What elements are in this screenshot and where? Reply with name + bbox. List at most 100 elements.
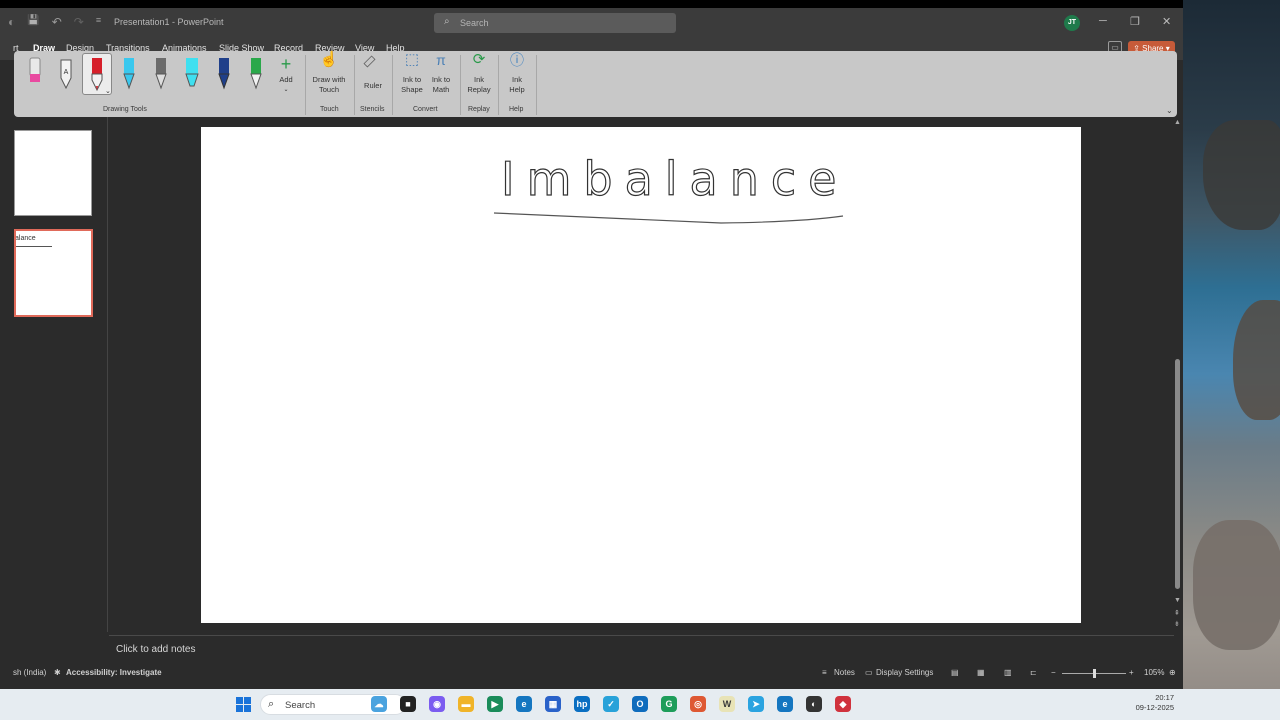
highlighter-pink-pen[interactable] — [28, 56, 42, 92]
search-icon: ⌕ — [444, 16, 450, 27]
widgets-taskbar-icon[interactable]: ☁ — [371, 696, 387, 712]
zoom-level[interactable]: 105% — [1144, 668, 1164, 677]
scrollbar-thumb[interactable] — [1175, 359, 1180, 589]
zoom-in-icon[interactable]: + — [1129, 668, 1134, 677]
undo-icon[interactable]: ↶ — [52, 15, 62, 29]
thumbnail-handwriting: alance — [15, 235, 36, 242]
notes-placeholder[interactable]: Click to add notes — [116, 644, 196, 655]
aqua-highlighter[interactable] — [185, 56, 199, 92]
meet-taskbar-icon[interactable]: ▶ — [487, 696, 503, 712]
ink-help-label: Help — [509, 85, 525, 94]
ink-to-math-icon: π — [436, 52, 446, 68]
ink-to-math-button[interactable]: π Ink to Math — [426, 52, 456, 95]
group-separator — [354, 55, 355, 115]
search-icon: ⌕ — [268, 698, 275, 710]
ink-help-label: Ink — [511, 75, 522, 84]
vertical-scrollbar[interactable]: ▲ ▼ ⇞ ⇟ — [1174, 117, 1183, 632]
zoom-out-icon[interactable]: − — [1051, 668, 1056, 677]
group-label-touch: Touch — [320, 106, 339, 113]
group-separator — [460, 55, 461, 115]
notes-toggle[interactable]: Notes — [834, 668, 855, 677]
app-green-taskbar-icon[interactable]: ✓ — [603, 696, 619, 712]
ink-help-button[interactable]: ⓘ Ink Help — [502, 52, 532, 95]
display-settings-button[interactable]: Display Settings — [876, 668, 933, 677]
ink-to-shape-button[interactable]: ⬚ Ink to Shape — [397, 51, 427, 95]
group-separator — [498, 55, 499, 115]
collapse-ribbon-icon[interactable]: ⌄ — [1166, 106, 1173, 115]
edge-taskbar-icon[interactable]: e — [516, 696, 532, 712]
ink-replay-label: Replay — [467, 85, 491, 94]
scroll-down-icon[interactable]: ▼ — [1174, 597, 1181, 604]
handwriting-underline — [493, 212, 844, 224]
chevron-down-icon: ⌄ — [283, 87, 289, 93]
reading-view-icon[interactable]: ▥ — [1004, 668, 1012, 677]
ink-to-shape-label: Shape — [401, 85, 423, 94]
autosave-icon[interactable]: ◐ — [8, 15, 15, 29]
user-avatar[interactable]: JT — [1064, 15, 1080, 31]
add-label: Add — [279, 75, 293, 84]
ink-to-shape-label: Ink to — [402, 75, 422, 84]
zoom-slider-thumb[interactable] — [1093, 669, 1096, 678]
ink-replay-button[interactable]: ⟳ Ink Replay — [464, 52, 494, 95]
app-dark-taskbar-icon[interactable]: ◐ — [806, 696, 822, 712]
outlook-taskbar-icon[interactable]: O — [632, 696, 648, 712]
customize-qat-icon[interactable]: ≡ — [96, 15, 101, 29]
task-view-taskbar-icon[interactable]: ■ — [400, 696, 416, 712]
clock-time: 20:17 — [1155, 693, 1174, 702]
slideshow-view-icon[interactable]: ⊏ — [1030, 668, 1037, 677]
copilot-taskbar-icon[interactable]: ◉ — [429, 696, 445, 712]
duckduckgo-taskbar-icon[interactable]: ◎ — [690, 696, 706, 712]
word-taskbar-icon[interactable]: W — [719, 696, 735, 712]
windows-start-icon[interactable] — [236, 697, 251, 712]
pencil-pen[interactable]: A — [59, 56, 73, 92]
taskbar-search-label: Search — [285, 700, 316, 711]
title-bar: ◐ 💾 ↶ ↷ ≡ Presentation1 - PowerPoint ⌕ J… — [0, 8, 1183, 38]
slide-sorter-icon[interactable]: ▦ — [977, 668, 985, 677]
notes-icon: ≡ — [822, 668, 827, 677]
scroll-up-icon[interactable]: ▲ — [1174, 119, 1181, 126]
minimize-button[interactable]: ─ — [1099, 15, 1107, 27]
clock-date: 09-12-2025 — [1135, 703, 1174, 712]
draw-with-touch-button[interactable]: ☝ Draw with Touch — [308, 52, 350, 95]
help-icon: ⓘ — [510, 52, 524, 68]
restore-button[interactable]: ❐ — [1130, 15, 1140, 28]
next-slide-icon[interactable]: ⇟ — [1174, 620, 1180, 628]
ink-to-shape-icon: ⬚ — [404, 51, 420, 68]
system-clock[interactable]: 20:17 09-12-2025 — [1124, 693, 1174, 713]
store-taskbar-icon[interactable]: ▦ — [545, 696, 561, 712]
notes-pane[interactable]: Click to add notes — [109, 635, 1174, 665]
green-pen[interactable] — [249, 56, 263, 92]
thumbnail-underline — [16, 246, 52, 247]
fit-to-window-icon[interactable]: ⊕ — [1169, 668, 1176, 677]
language-status[interactable]: sh (India) — [13, 668, 46, 677]
red-pen[interactable] — [90, 56, 104, 92]
app-red-taskbar-icon[interactable]: ◆ — [835, 696, 851, 712]
search-box[interactable]: ⌕ — [434, 13, 676, 33]
normal-view-icon[interactable]: ▤ — [951, 668, 959, 677]
file-explorer-taskbar-icon[interactable]: ▬ — [458, 696, 474, 712]
accessibility-status[interactable]: Accessibility: Investigate — [66, 668, 162, 677]
slide-thumbnail-2[interactable]: alance — [14, 229, 93, 317]
edge-2-taskbar-icon[interactable]: e — [777, 696, 793, 712]
ruler-button[interactable]: ▭ Ruler — [358, 50, 388, 91]
save-icon[interactable]: 💾 — [27, 15, 39, 29]
slide-thumbnail-1[interactable] — [14, 130, 92, 216]
close-button[interactable]: ✕ — [1162, 15, 1171, 28]
svg-text:A: A — [64, 69, 69, 76]
draw-with-touch-label: Touch — [318, 85, 339, 94]
gray-pencil[interactable] — [154, 56, 168, 92]
chevron-down-icon[interactable]: ⌄ — [105, 87, 111, 95]
search-input[interactable] — [460, 15, 660, 31]
cyan-pen[interactable] — [122, 56, 136, 92]
add-pen-button[interactable]: + Add ⌄ — [276, 55, 296, 95]
previous-slide-icon[interactable]: ⇞ — [1174, 609, 1180, 617]
plus-icon: + — [280, 54, 292, 74]
group-separator — [392, 55, 393, 115]
slide-canvas[interactable]: Imbalance — [201, 127, 1081, 623]
redo-icon[interactable]: ↷ — [74, 15, 84, 29]
navy-pen[interactable] — [217, 56, 231, 92]
hp-taskbar-icon[interactable]: hp — [574, 696, 590, 712]
telegram-taskbar-icon[interactable]: ➤ — [748, 696, 764, 712]
ink-handwriting-imbalance: Imbalance — [493, 151, 844, 224]
app-g-taskbar-icon[interactable]: G — [661, 696, 677, 712]
